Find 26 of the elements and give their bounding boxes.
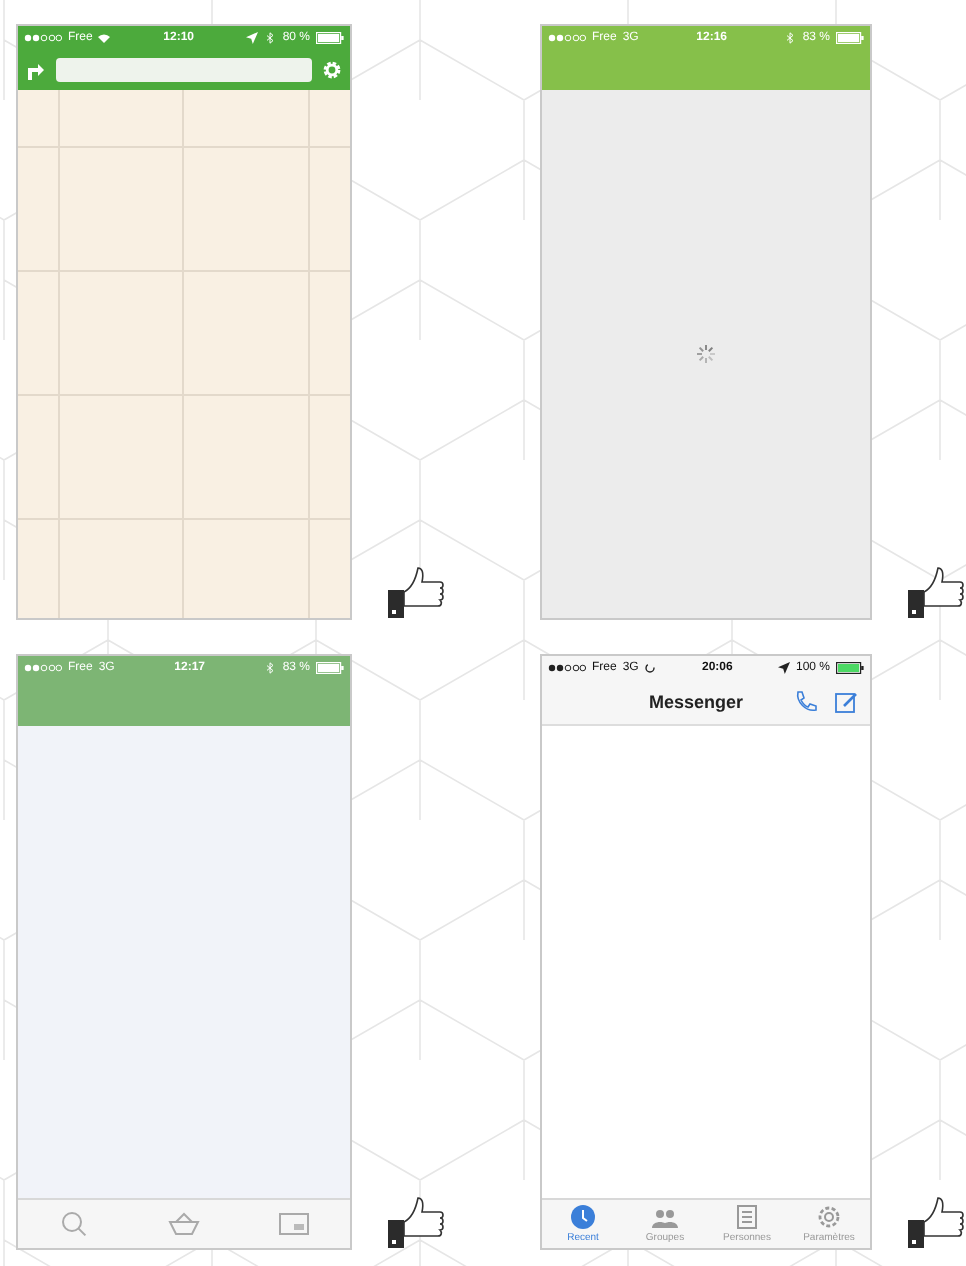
- turn-arrow-icon[interactable]: [26, 60, 46, 80]
- list-icon: [734, 1204, 760, 1230]
- screen-title: Messenger: [646, 692, 746, 712]
- settings-icon[interactable]: [322, 60, 342, 80]
- compose-icon[interactable]: [834, 690, 858, 714]
- signal-icon: [548, 34, 586, 42]
- search-field[interactable]: [56, 58, 312, 82]
- battery-icon: [316, 32, 344, 44]
- thumbs-up-icon: [906, 1194, 966, 1250]
- thumbs-up-icon: [386, 564, 446, 620]
- clock-icon: [570, 1204, 596, 1230]
- signal-icon: [548, 664, 586, 672]
- battery-icon: [836, 662, 864, 674]
- battery-icon: [316, 662, 344, 674]
- basket-icon[interactable]: [167, 1210, 200, 1238]
- battery-icon: [836, 32, 864, 44]
- signal-icon: [24, 664, 62, 672]
- thumbs-up-icon: [386, 1194, 446, 1250]
- thumbs-up-icon: [906, 564, 966, 620]
- signal-icon: [24, 34, 62, 42]
- loading-spinner-icon: [696, 344, 716, 364]
- settings-icon: [816, 1204, 842, 1230]
- phone-icon[interactable]: [794, 690, 818, 714]
- card-icon[interactable]: [278, 1210, 311, 1238]
- group-icon: [652, 1204, 678, 1230]
- search-icon[interactable]: [57, 1210, 90, 1238]
